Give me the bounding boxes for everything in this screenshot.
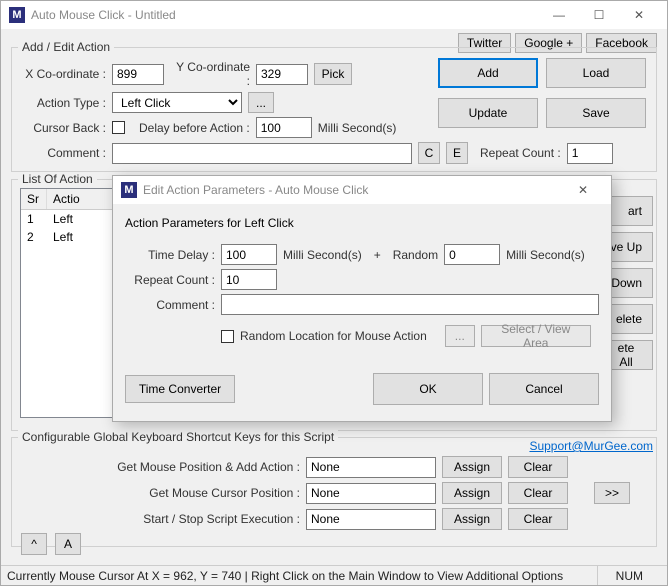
shortcut3-assign[interactable]: Assign [442,508,502,530]
cancel-button[interactable]: Cancel [489,373,599,405]
shortcut2-label: Get Mouse Cursor Position : [20,486,300,500]
maximize-button[interactable]: ☐ [579,1,619,29]
delay-unit: Milli Second(s) [318,121,397,135]
shortcut1-clear[interactable]: Clear [508,456,568,478]
main-titlebar: M Auto Mouse Click - Untitled ― ☐ ✕ [1,1,667,29]
time-delay-label: Time Delay : [125,248,215,262]
repeat-label: Repeat Count : [480,146,561,160]
load-button[interactable]: Load [546,58,646,88]
table-row[interactable]: 1 Left [21,210,119,228]
shortcut1-label: Get Mouse Position & Add Action : [20,460,300,474]
minimize-button[interactable]: ― [539,1,579,29]
shortcut1-assign[interactable]: Assign [442,456,502,478]
comment-label: Comment : [20,146,106,160]
col-sr: Sr [21,189,47,209]
support-link[interactable]: Support@MurGee.com [529,439,653,453]
edit-action-dialog: M Edit Action Parameters - Auto Mouse Cl… [112,175,612,422]
cursor-back-checkbox[interactable] [112,121,125,134]
a-button[interactable]: A [55,533,81,555]
xco-label: X Co-ordinate : [20,67,106,81]
action-type-label: Action Type : [20,96,106,110]
shortcuts-legend: Configurable Global Keyboard Shortcut Ke… [18,430,338,444]
dialog-comment-label: Comment : [125,298,215,312]
random-loc-more-button: ... [445,325,475,347]
xco-input[interactable] [112,64,164,85]
random-input[interactable] [444,244,500,265]
e-button[interactable]: E [446,142,468,164]
dialog-close-button[interactable]: ✕ [563,176,603,204]
caret-button[interactable]: ^ [21,533,47,555]
save-button[interactable]: Save [546,98,646,128]
close-button[interactable]: ✕ [619,1,659,29]
shortcut2-assign[interactable]: Assign [442,482,502,504]
yco-label: Y Co-ordinate : [170,60,250,88]
shortcut1-input[interactable] [306,457,436,478]
random-location-label: Random Location for Mouse Action [240,329,427,343]
dialog-repeat-label: Repeat Count : [125,273,215,287]
col-action: Actio [47,189,119,209]
update-button[interactable]: Update [438,98,538,128]
plus-label: + [368,248,387,262]
shortcut2-clear[interactable]: Clear [508,482,568,504]
ok-button[interactable]: OK [373,373,483,405]
shortcut3-label: Start / Stop Script Execution : [20,512,300,526]
add-edit-fieldset: Add / Edit Action X Co-ordinate : Y Co-o… [11,47,657,172]
dialog-repeat-input[interactable] [221,269,277,290]
bottom-small-buttons: ^ A [21,533,81,555]
list-legend: List Of Action [18,172,97,186]
action-type-more-button[interactable]: ... [248,92,274,113]
pick-button[interactable]: Pick [314,63,352,85]
random-location-checkbox[interactable] [221,330,234,343]
time-delay-input[interactable] [221,244,277,265]
comment-input[interactable] [112,143,412,164]
shortcuts-fieldset: Configurable Global Keyboard Shortcut Ke… [11,437,657,547]
shortcut2-input[interactable] [306,483,436,504]
c-button[interactable]: C [418,142,440,164]
time-converter-button[interactable]: Time Converter [125,375,235,403]
repeat-input[interactable] [567,143,613,164]
random-label: Random [393,248,438,262]
status-text: Currently Mouse Cursor At X = 962, Y = 7… [7,569,563,583]
add-button[interactable]: Add [438,58,538,88]
shortcut3-clear[interactable]: Clear [508,508,568,530]
table-row[interactable]: 2 Left [21,228,119,246]
shortcuts-more-button[interactable]: >> [594,482,630,504]
app-icon: M [9,7,25,23]
dialog-title: Edit Action Parameters - Auto Mouse Clic… [143,183,563,197]
status-num: NUM [597,566,661,585]
select-view-area-button: Select / View Area [481,325,591,347]
action-type-select[interactable]: Left Click [112,92,242,113]
actions-table[interactable]: Sr Actio 1 Left 2 Left [20,188,120,418]
random-unit: Milli Second(s) [506,248,585,262]
yco-input[interactable] [256,64,308,85]
cursor-back-label: Cursor Back : [20,121,106,135]
app-icon: M [121,182,137,198]
dialog-titlebar: M Edit Action Parameters - Auto Mouse Cl… [113,176,611,204]
delay-label: Delay before Action : [139,121,250,135]
delay-input[interactable] [256,117,312,138]
add-edit-legend: Add / Edit Action [18,40,114,54]
time-delay-unit: Milli Second(s) [283,248,362,262]
shortcut3-input[interactable] [306,509,436,530]
main-title: Auto Mouse Click - Untitled [31,8,539,22]
dialog-heading: Action Parameters for Left Click [125,216,599,230]
dialog-comment-input[interactable] [221,294,599,315]
status-bar: Currently Mouse Cursor At X = 962, Y = 7… [1,565,667,585]
